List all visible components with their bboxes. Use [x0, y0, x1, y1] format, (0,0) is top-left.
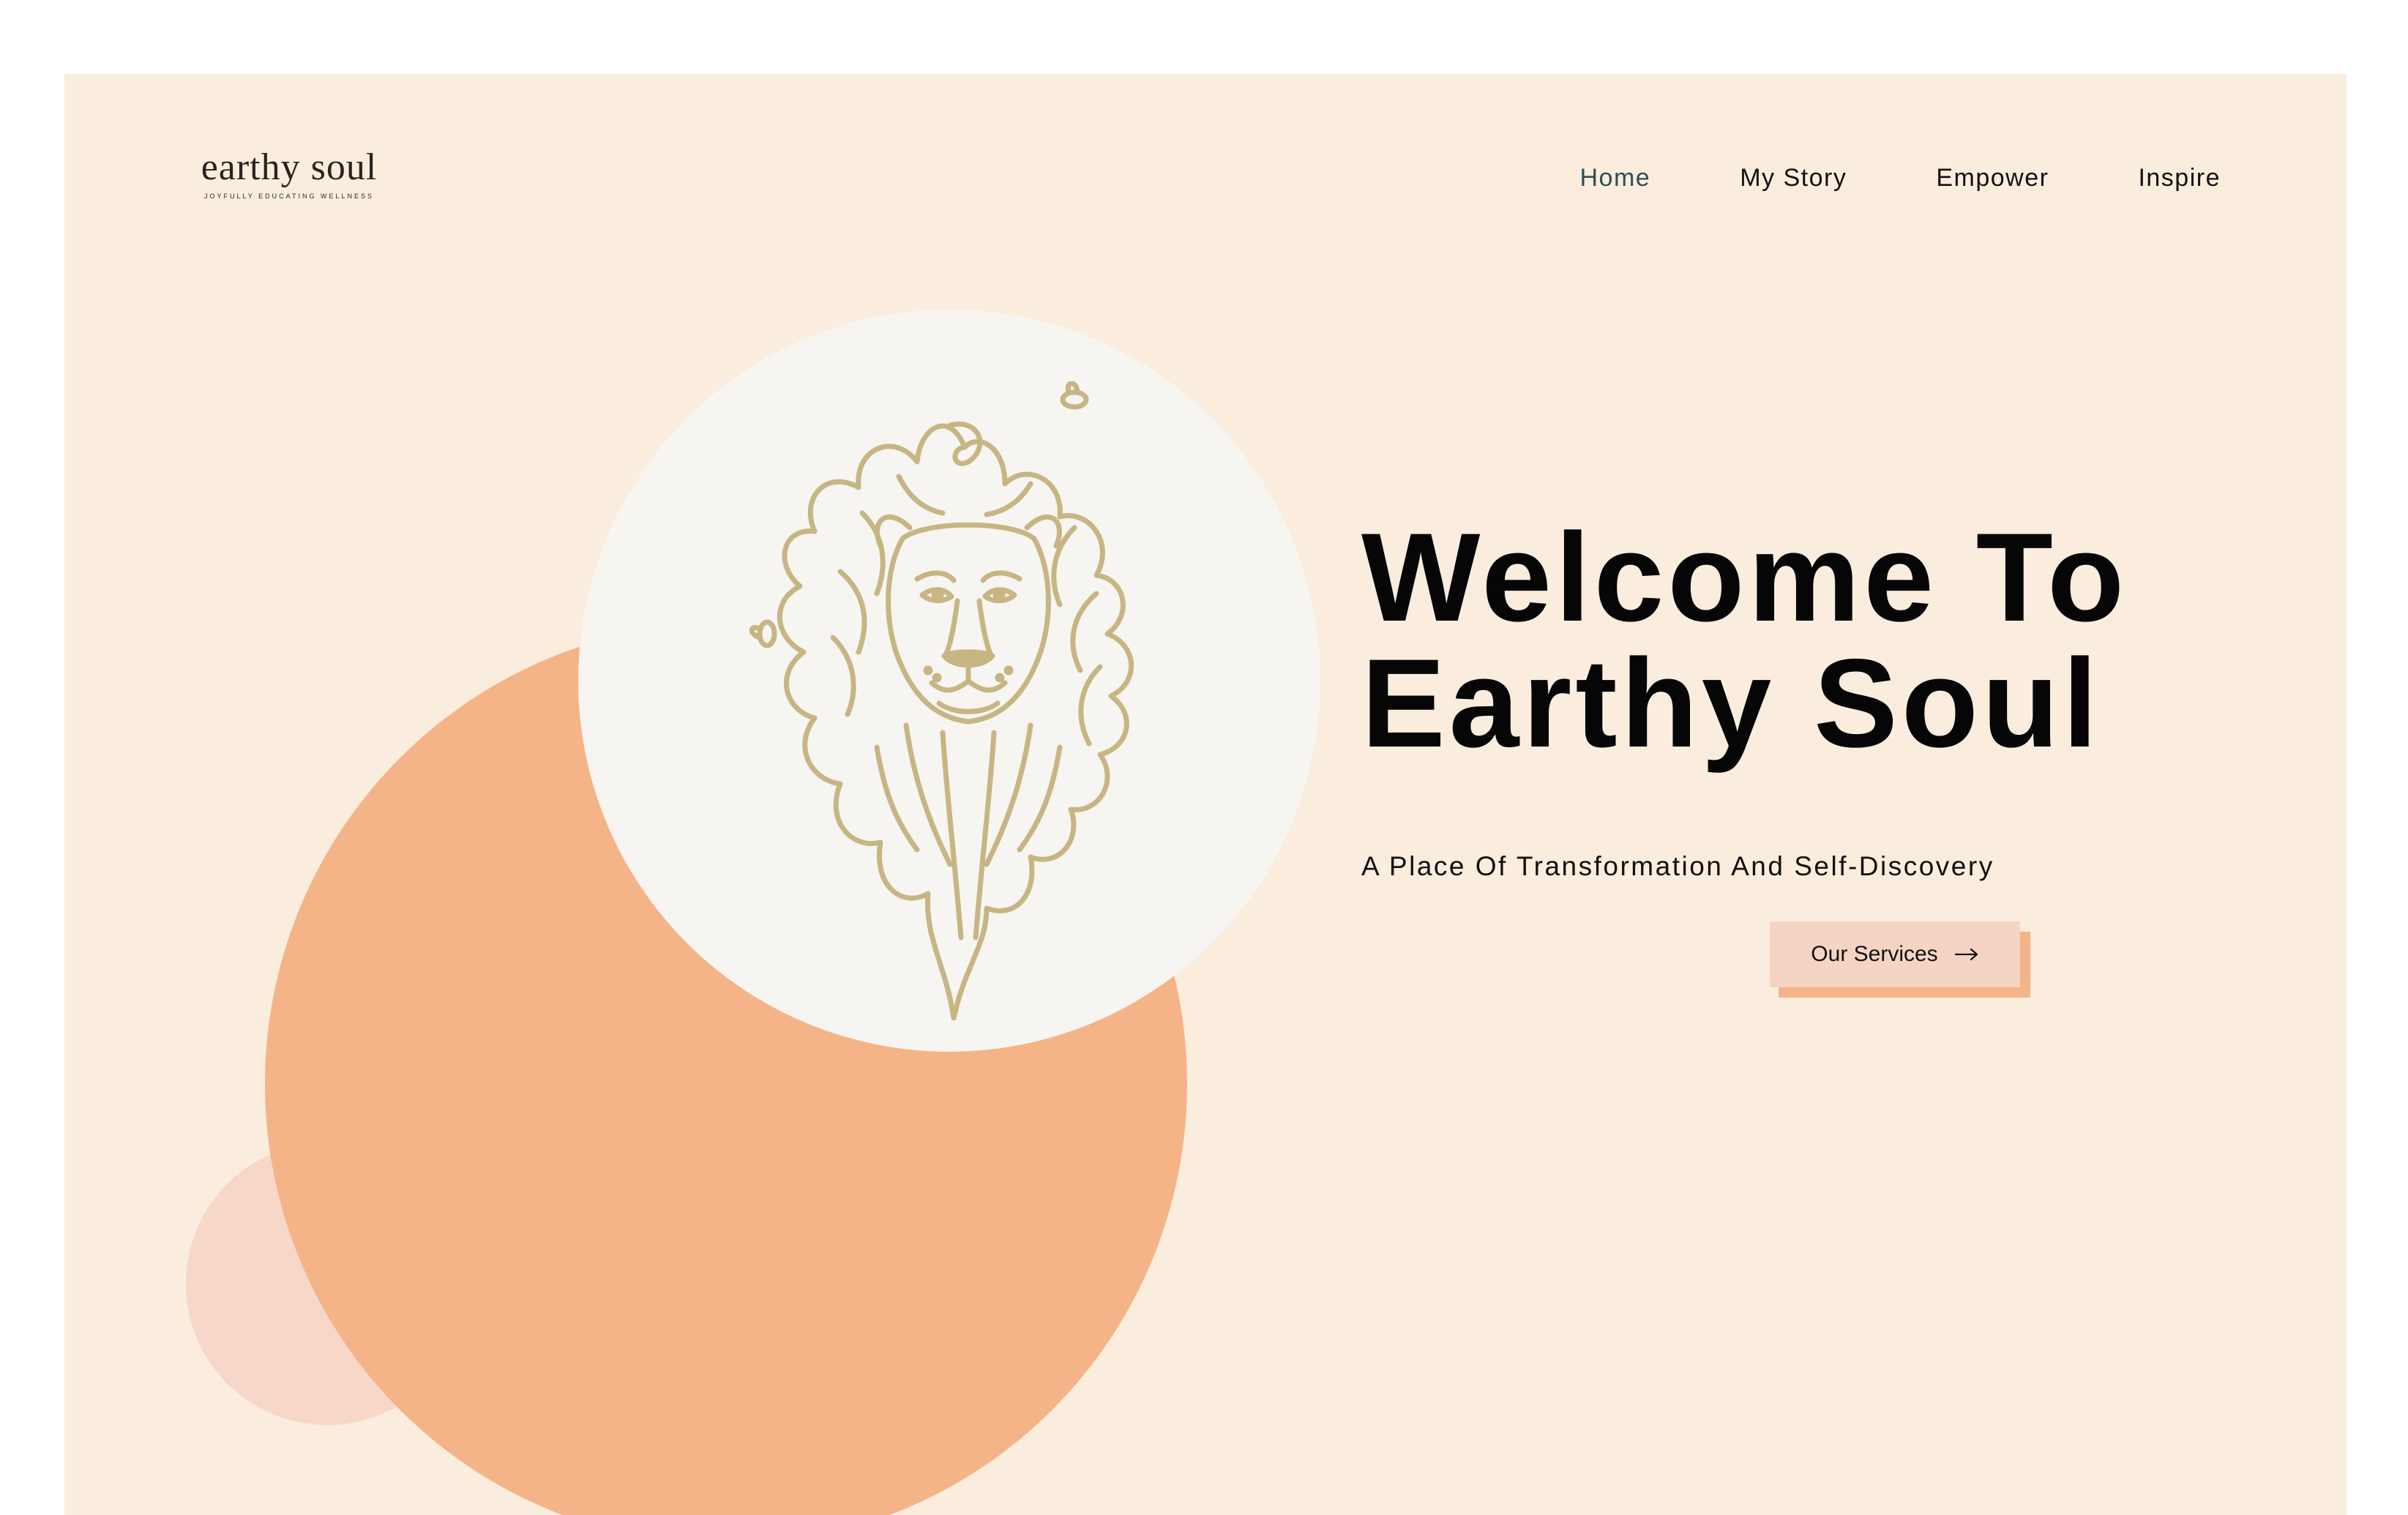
nav-item-home[interactable]: Home [1580, 160, 1651, 195]
hero-title-line1: Welcome To [1361, 507, 2128, 648]
hero-subtitle: A Place Of Transformation And Self-Disco… [1361, 851, 1994, 881]
hero-title-line2: Earthy Soul [1361, 633, 2101, 774]
cta-label: Our Services [1811, 942, 1938, 966]
our-services-button[interactable]: Our Services [1770, 921, 2020, 987]
arrow-right-icon [1954, 948, 1978, 961]
main-nav: Home My Story Empower Inspire [1580, 160, 2221, 195]
lion-icon [749, 381, 1134, 1021]
nav-item-empower[interactable]: Empower [1936, 160, 2049, 195]
nav-item-inspire[interactable]: Inspire [2138, 160, 2221, 195]
nav-item-my-story[interactable]: My Story [1740, 160, 1847, 195]
brand-tagline: JOYFULLY EDUCATING WELLNESS [203, 192, 375, 200]
brand-wordmark: earthy soul [201, 146, 378, 188]
page: earthy soul JOYFULLY EDUCATING WELLNESS … [64, 74, 2347, 1515]
brand-logo[interactable]: earthy soul JOYFULLY EDUCATING WELLNESS [190, 146, 388, 200]
hero-title: Welcome To Earthy Soul [1361, 515, 2240, 766]
